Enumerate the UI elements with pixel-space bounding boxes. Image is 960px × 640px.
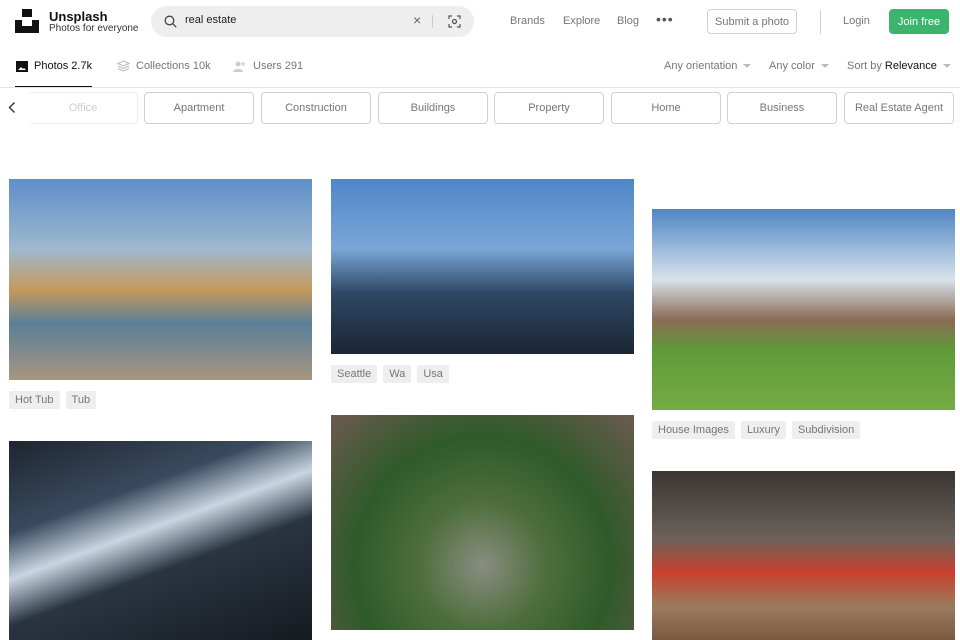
photo-tags: Seattle Wa Usa [331,365,449,383]
tab-label: Collections 10k [136,60,211,72]
users-icon [233,61,245,72]
search-icon[interactable] [164,15,177,28]
tab-photos[interactable]: Photos 2.7k [16,60,92,72]
chip-construction[interactable]: Construction [261,92,371,124]
color-filter[interactable]: Any color [769,60,829,72]
unsplash-logo[interactable] [15,9,39,33]
clear-icon[interactable]: × [413,12,421,28]
login-link[interactable]: Login [843,15,870,27]
submit-photo-button[interactable]: Submit a photo [707,9,797,34]
join-free-button[interactable]: Join free [889,9,949,34]
visual-search-icon[interactable] [448,15,461,28]
tab-label: Photos 2.7k [34,60,93,72]
tag-luxury[interactable]: Luxury [740,421,786,439]
sort-filter[interactable]: Sort by Relevance [847,60,951,72]
tab-collections[interactable]: Collections 10k [117,60,211,72]
tag-hot-tub[interactable]: Hot Tub [9,391,60,409]
color-label: Any color [769,60,815,72]
sort-prefix: Sort by [847,60,882,72]
chip-property[interactable]: Property [494,92,604,124]
caret-down-icon [820,64,829,69]
photo-model-house-keys[interactable] [652,471,955,640]
photo-house-pool[interactable] [9,179,312,380]
tabs-divider [0,87,960,88]
brand-name[interactable]: Unsplash [49,9,108,24]
sort-value: Relevance [884,60,937,72]
chip-real-estate-agent[interactable]: Real Estate Agent [844,92,954,124]
chip-home[interactable]: Home [611,92,721,124]
chip-business[interactable]: Business [727,92,837,124]
nav-blog[interactable]: Blog [617,15,639,27]
more-icon[interactable]: ••• [656,11,674,27]
tab-label: Users 291 [253,60,304,72]
chip-apartment[interactable]: Apartment [144,92,254,124]
header-divider [820,10,821,34]
chevron-left-icon[interactable] [8,101,16,114]
image-icon [16,60,28,72]
chip-buildings[interactable]: Buildings [378,92,488,124]
photo-seattle-towers[interactable] [331,179,634,354]
photo-skyscrapers-lookup[interactable] [9,441,312,640]
search-input[interactable]: real estate [185,14,236,26]
search-bar[interactable]: real estate × [151,6,474,37]
nav-brands[interactable]: Brands [510,15,545,27]
photo-aerial-neighborhood[interactable] [331,415,634,630]
brand-tagline: Photos for everyone [49,23,139,34]
tag-house-images[interactable]: House Images [652,421,735,439]
orientation-label: Any orientation [664,60,738,72]
caret-down-icon [743,64,752,69]
search-divider [432,15,433,28]
tag-subdivision[interactable]: Subdivision [791,421,861,439]
nav-explore[interactable]: Explore [563,15,600,27]
caret-down-icon [942,64,951,69]
photo-suburban-house[interactable] [652,209,955,410]
photo-tags: House Images Luxury Subdivision [652,421,861,439]
photo-tags: Hot Tub Tub [9,391,97,409]
tag-wa[interactable]: Wa [383,365,412,383]
chip-office[interactable]: Office [28,92,138,124]
tag-tub[interactable]: Tub [65,391,97,409]
tag-seattle[interactable]: Seattle [331,365,378,383]
tab-users[interactable]: Users 291 [233,60,303,72]
collections-icon [117,60,130,72]
orientation-filter[interactable]: Any orientation [664,60,752,72]
tag-usa[interactable]: Usa [417,365,449,383]
